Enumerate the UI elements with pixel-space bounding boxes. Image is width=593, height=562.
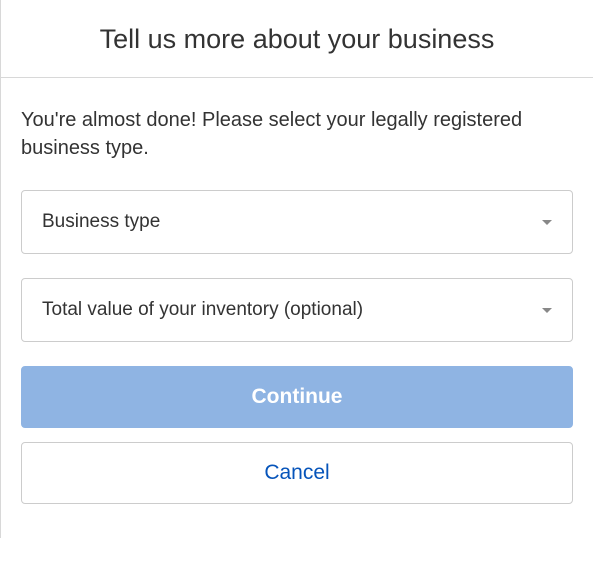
cancel-button[interactable]: Cancel [21, 442, 573, 504]
modal-content: You're almost done! Please select your l… [1, 78, 593, 538]
business-type-label: Business type [42, 211, 160, 233]
modal-container: Tell us more about your business You're … [0, 0, 593, 538]
page-title: Tell us more about your business [21, 24, 573, 55]
business-type-dropdown[interactable]: Business type [21, 190, 573, 254]
form-description: You're almost done! Please select your l… [21, 106, 573, 162]
continue-button[interactable]: Continue [21, 366, 573, 428]
inventory-value-label: Total value of your inventory (optional) [42, 299, 363, 321]
inventory-value-dropdown[interactable]: Total value of your inventory (optional) [21, 278, 573, 342]
chevron-down-icon [542, 308, 552, 313]
chevron-down-icon [542, 220, 552, 225]
modal-header: Tell us more about your business [1, 0, 593, 78]
